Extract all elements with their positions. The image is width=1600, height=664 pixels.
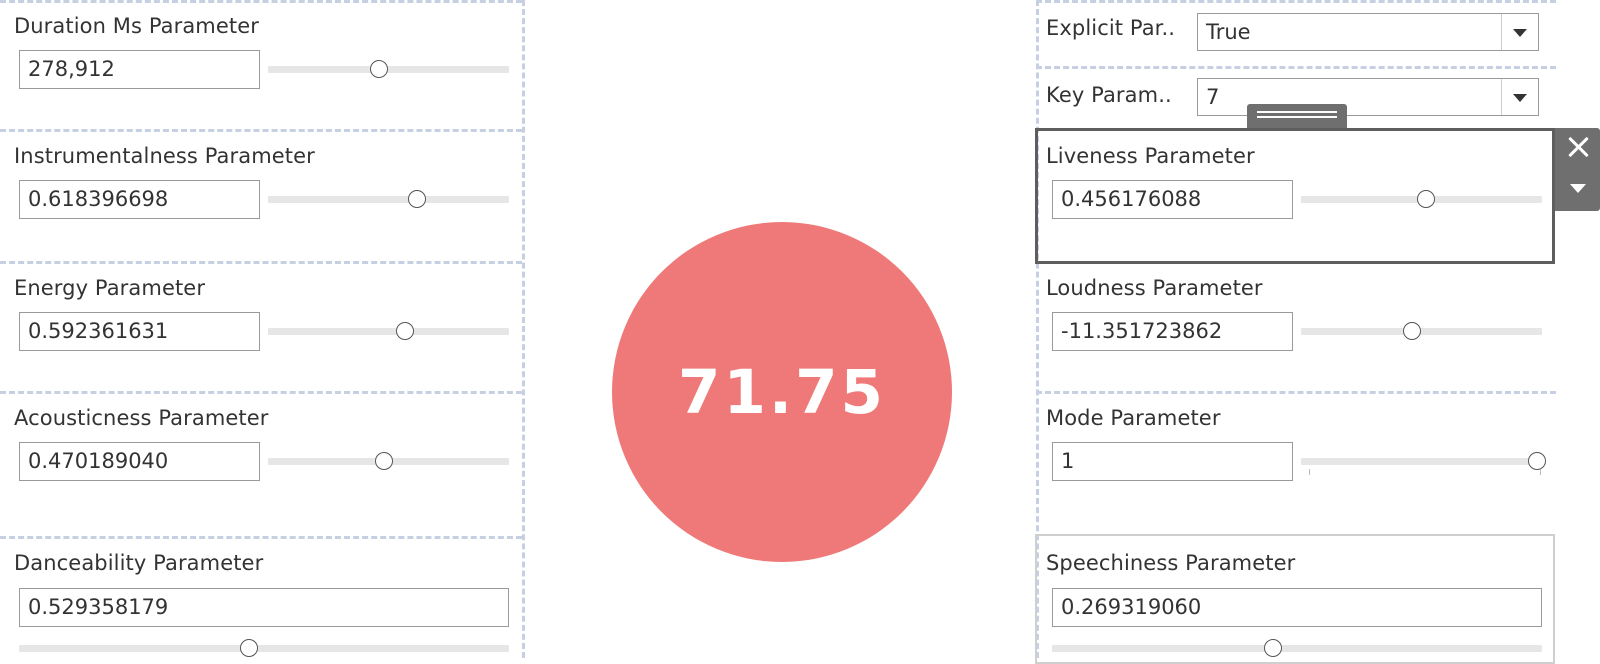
dropdown-caret-icon[interactable] xyxy=(1501,14,1538,50)
dropdown-caret-icon[interactable] xyxy=(1501,79,1538,115)
loudness-slider-thumb[interactable] xyxy=(1402,322,1421,340)
parameter-title: Energy Parameter xyxy=(14,276,206,300)
mode-slider-track[interactable] xyxy=(1301,452,1547,470)
instrumentalness-slider-thumb[interactable] xyxy=(408,190,427,208)
container-divider xyxy=(1036,66,1556,69)
speechiness-slider-track[interactable] xyxy=(1052,639,1542,657)
selected-object-frame[interactable] xyxy=(1035,128,1555,264)
container-divider xyxy=(0,536,522,539)
mode-input[interactable]: 1 xyxy=(1052,442,1293,481)
container-divider xyxy=(0,391,522,394)
danceability-slider-thumb[interactable] xyxy=(240,639,259,657)
instrumentalness-input[interactable]: 0.618396698 xyxy=(19,180,260,219)
drag-handle-icon[interactable] xyxy=(1247,104,1347,128)
energy-slider-track[interactable] xyxy=(268,322,509,340)
acousticness-slider-thumb[interactable] xyxy=(374,452,393,470)
loudness-input[interactable]: -11.351723862 xyxy=(1052,312,1293,351)
container-divider-left xyxy=(522,0,525,658)
parameter-title: Acousticness Parameter xyxy=(14,406,269,430)
danceability-input[interactable]: 0.529358179 xyxy=(19,588,509,627)
duration-ms-slider-thumb[interactable] xyxy=(369,60,388,78)
parameter-title: Instrumentalness Parameter xyxy=(14,144,315,168)
key-selected-value: 7 xyxy=(1206,85,1220,109)
explicit-selected-value: True xyxy=(1206,20,1251,44)
object-controls xyxy=(1555,128,1600,211)
acousticness-slider-track[interactable] xyxy=(268,452,509,470)
container-divider xyxy=(1036,0,1556,3)
mode-slider-thumb[interactable] xyxy=(1528,452,1547,470)
parameter-title: Mode Parameter xyxy=(1046,406,1221,430)
container-divider xyxy=(0,129,522,132)
danceability-slider-track[interactable] xyxy=(19,639,509,657)
container-divider xyxy=(0,0,522,3)
explicit-dropdown[interactable]: True xyxy=(1197,13,1539,51)
chevron-down-icon[interactable] xyxy=(1570,184,1586,193)
loudness-slider-track[interactable] xyxy=(1301,322,1542,340)
close-icon[interactable] xyxy=(1565,134,1591,160)
parameter-title: Danceability Parameter xyxy=(14,551,264,575)
speechiness-slider-thumb[interactable] xyxy=(1263,639,1282,657)
duration-ms-input[interactable]: 278,912 xyxy=(19,50,260,89)
instrumentalness-slider-track[interactable] xyxy=(268,190,509,208)
parameter-title: Loudness Parameter xyxy=(1046,276,1263,300)
acousticness-input[interactable]: 0.470189040 xyxy=(19,442,260,481)
parameter-title: Speechiness Parameter xyxy=(1046,551,1296,575)
parameter-title: Key Param.. xyxy=(1046,83,1172,107)
score-value: 71.75 xyxy=(678,356,886,428)
speechiness-input[interactable]: 0.269319060 xyxy=(1052,588,1542,627)
slider-tick xyxy=(1540,469,1541,475)
slider-tick xyxy=(1309,469,1310,475)
duration-ms-slider-track[interactable] xyxy=(268,60,509,78)
container-divider xyxy=(0,261,522,264)
energy-input[interactable]: 0.592361631 xyxy=(19,312,260,351)
energy-slider-thumb[interactable] xyxy=(396,322,415,340)
parameter-title: Explicit Par.. xyxy=(1046,16,1176,40)
parameter-title: Duration Ms Parameter xyxy=(14,14,259,38)
container-divider xyxy=(1036,391,1556,394)
score-circle: 71.75 xyxy=(612,222,952,562)
